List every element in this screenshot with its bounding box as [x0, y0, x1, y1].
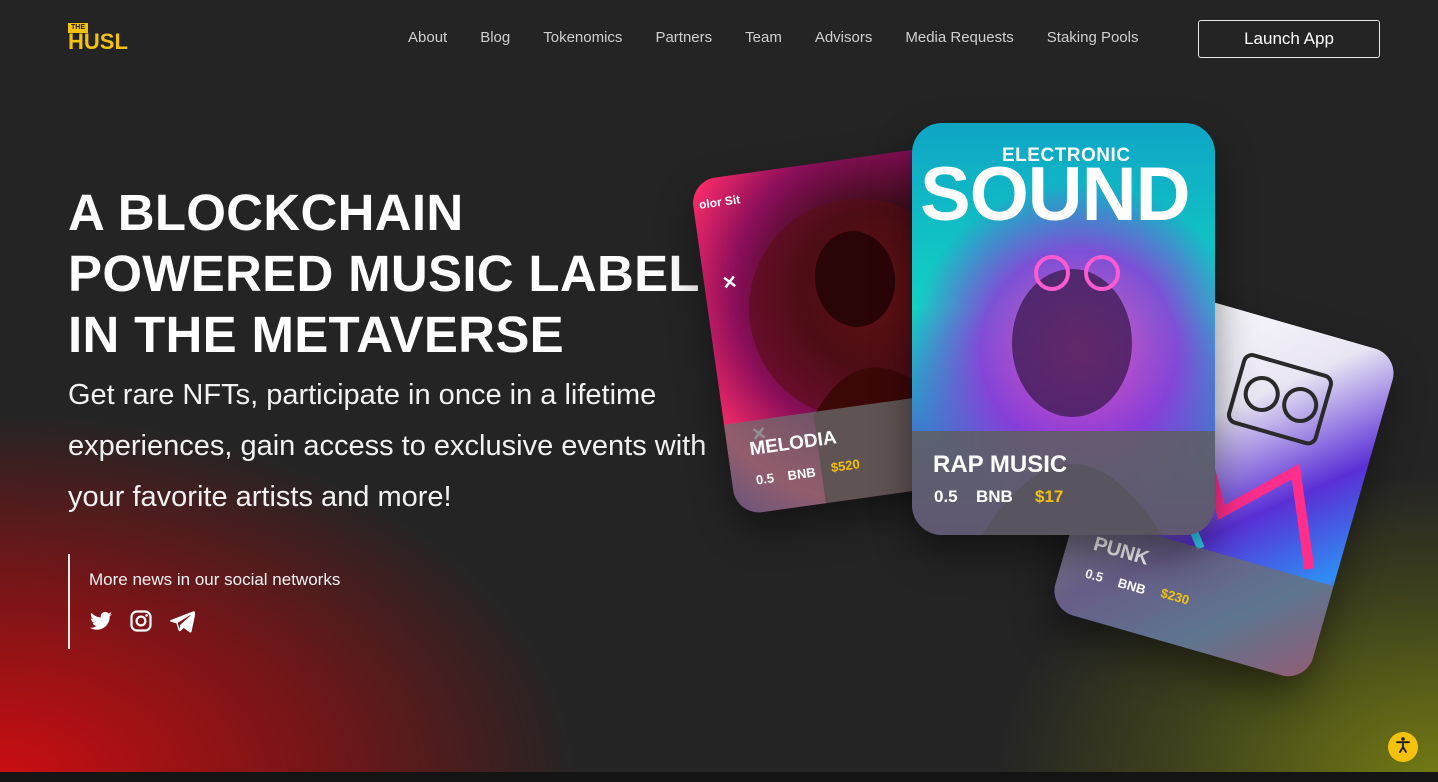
- card-info-panel: RAP MUSIC 0.5 BNB $17: [912, 431, 1215, 535]
- nav-tokenomics[interactable]: Tokenomics: [543, 27, 622, 49]
- card-price: $230: [1159, 585, 1191, 608]
- social-title: More news in our social networks: [89, 570, 341, 589]
- bottom-bar: [0, 772, 1438, 782]
- accessibility-icon: [1394, 736, 1412, 759]
- nav-blog[interactable]: Blog: [480, 27, 510, 49]
- nav-about[interactable]: About: [408, 27, 447, 49]
- instagram-icon[interactable]: [129, 609, 153, 633]
- card-title: MELODIA: [748, 427, 838, 461]
- nav-staking-pools[interactable]: Staking Pools: [1047, 27, 1139, 49]
- card-currency: BNB: [1116, 575, 1148, 598]
- card-amount: 0.5: [934, 487, 958, 506]
- logo-husl-text: HUSL: [68, 29, 128, 54]
- nft-card-rap-music[interactable]: ELECTRONIC SOUND RAP MUSIC 0.5 BNB $17: [912, 123, 1215, 535]
- card-title: PUNK: [1090, 532, 1152, 570]
- card-amount: 0.5: [1083, 565, 1106, 586]
- card-amount: 0.5: [754, 470, 775, 488]
- card-title: RAP MUSIC: [933, 451, 1068, 478]
- main-nav: About Blog Tokenomics Partners Team Advi…: [408, 27, 1172, 49]
- hero-headline: A BLOCKCHAIN POWERED MUSIC LABEL IN THE …: [68, 184, 699, 363]
- social-icon-row: [89, 609, 340, 633]
- launch-app-button[interactable]: Launch App: [1198, 20, 1380, 58]
- nav-advisors[interactable]: Advisors: [815, 27, 873, 49]
- card-currency: BNB: [786, 464, 817, 484]
- card-art-title: SOUND: [920, 152, 1190, 237]
- telegram-icon[interactable]: [169, 609, 196, 633]
- nav-media-requests[interactable]: Media Requests: [905, 27, 1013, 49]
- nav-partners[interactable]: Partners: [655, 27, 712, 49]
- close-icon: ✕: [720, 271, 739, 294]
- accessibility-button[interactable]: [1388, 732, 1418, 762]
- twitter-icon[interactable]: [89, 609, 113, 633]
- card-price: $17: [1035, 487, 1064, 506]
- social-block: More news in our social networks: [68, 554, 340, 649]
- card-price: $520: [829, 456, 861, 476]
- card-currency: BNB: [976, 487, 1013, 506]
- husl-logo[interactable]: THE HUSL: [68, 23, 132, 53]
- nav-team[interactable]: Team: [745, 27, 782, 49]
- hero-subhead: Get rare NFTs, participate in once in a …: [68, 379, 707, 513]
